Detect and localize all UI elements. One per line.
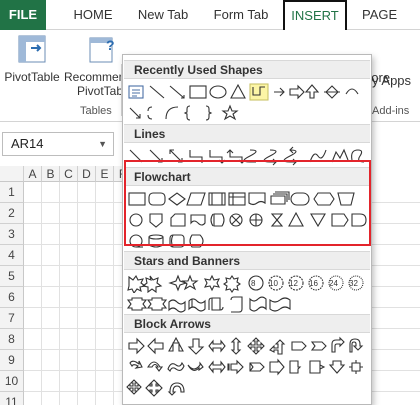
tab-page-layout[interactable]: PAGE LAYO	[358, 0, 420, 52]
shape-row-stars-1[interactable]: 8 10 12 16 24 32	[126, 273, 372, 293]
flowchart-shapes-icons-2	[129, 211, 367, 228]
shape-row-recent-1[interactable]	[126, 82, 372, 102]
ribbon-tab-bar: FILE HOME New Tab Form Tab INSERT PAGE L…	[0, 0, 420, 52]
block-arrow-icons-3	[126, 379, 185, 397]
shape-row-stars-2[interactable]	[126, 294, 372, 314]
select-all-corner[interactable]	[0, 166, 24, 182]
shape-row-flowchart-2[interactable]	[126, 210, 372, 230]
grid-line	[41, 182, 42, 405]
shape-row-flowchart-3[interactable]	[126, 231, 372, 251]
row-header-8[interactable]: 8	[0, 329, 24, 350]
column-header-d[interactable]: D	[78, 166, 96, 182]
tab-home[interactable]: HOME	[70, 0, 116, 30]
column-header-b[interactable]: B	[42, 166, 60, 182]
row-header-7[interactable]: 7	[0, 308, 24, 329]
row-header-1[interactable]: 1	[0, 182, 24, 203]
svg-text:12: 12	[289, 279, 298, 288]
shape-row-arrows-3[interactable]	[126, 378, 372, 398]
column-header-c[interactable]: C	[60, 166, 78, 182]
row-header-9[interactable]: 9	[0, 350, 24, 371]
flowchart-shapes-icons-3	[129, 234, 204, 248]
section-header-recent: Recently Used Shapes	[124, 60, 370, 79]
column-header-a[interactable]: A	[24, 166, 42, 182]
tab-insert[interactable]: INSERT	[283, 0, 347, 30]
recommended-pivot-icon: ?	[89, 37, 115, 63]
svg-text:32: 32	[349, 279, 358, 288]
svg-text:16: 16	[309, 279, 318, 288]
grid-line	[95, 182, 96, 405]
row-header-2[interactable]: 2	[0, 203, 24, 224]
group-label-tables: Tables	[80, 105, 112, 117]
section-header-stars: Stars and Banners	[124, 251, 370, 270]
row-header-4[interactable]: 4	[0, 245, 24, 266]
tab-file[interactable]: FILE	[0, 0, 46, 30]
shape-row-flowchart-1[interactable]	[126, 189, 372, 209]
svg-text:8: 8	[251, 279, 256, 288]
tab-form-tab[interactable]: Form Tab	[210, 0, 272, 30]
recommended-pivot-button[interactable]: ? Recommen PivotTab	[64, 34, 122, 98]
recommended-pivot-label-1: Recommen	[64, 70, 122, 84]
group-label-addins: Add-ins	[372, 105, 410, 117]
row-header-5[interactable]: 5	[0, 266, 24, 287]
row-header-3[interactable]: 3	[0, 224, 24, 245]
shapes-dropdown: Recently Used Shapes Lines Flowchart Sta…	[122, 54, 372, 405]
star-shapes-icons-1: 8 10 12 16 24 32	[127, 274, 364, 293]
shape-row-lines[interactable]	[126, 146, 372, 166]
shape-row-arrows-2[interactable]	[126, 357, 372, 377]
svg-text:?: ?	[106, 37, 115, 53]
column-header-e[interactable]: E	[96, 166, 114, 182]
chevron-down-icon[interactable]: ▼	[98, 133, 107, 155]
block-arrow-icons-1	[128, 336, 364, 355]
name-box[interactable]: AR14 ▼	[2, 132, 114, 156]
row-header-10[interactable]: 10	[0, 371, 24, 392]
section-header-flowchart: Flowchart	[124, 167, 370, 186]
my-apps-label: y Apps	[372, 73, 412, 88]
flowchart-shapes-icons-1	[128, 191, 355, 206]
block-arrow-icons-2	[129, 358, 363, 376]
row-header-11[interactable]: 11	[0, 392, 24, 405]
pivot-table-button[interactable]: PivotTable	[2, 34, 62, 84]
recent-shapes-icons-1	[128, 83, 359, 101]
shape-row-arrows-1[interactable]	[126, 336, 372, 356]
grid-line	[77, 182, 78, 405]
line-shapes-icons	[129, 146, 365, 166]
tab-new-tab[interactable]: New Tab	[133, 0, 193, 30]
grid-line	[59, 182, 60, 405]
section-header-lines: Lines	[124, 124, 370, 143]
svg-text:10: 10	[269, 279, 278, 288]
row-header-6[interactable]: 6	[0, 287, 24, 308]
recommended-pivot-label-2: PivotTab	[77, 84, 122, 98]
grid-line	[113, 182, 114, 405]
pivot-table-icon	[18, 35, 46, 63]
shape-row-recent-2[interactable]	[126, 103, 372, 123]
pivot-table-label: PivotTable	[4, 70, 60, 84]
section-header-block-arrows: Block Arrows	[124, 314, 370, 333]
banner-shapes-icons-2	[126, 296, 291, 313]
recent-shapes-icons-2	[129, 104, 239, 121]
svg-text:24: 24	[329, 279, 338, 288]
name-box-value: AR14	[11, 136, 44, 151]
my-apps-button[interactable]: y Apps	[372, 74, 411, 88]
